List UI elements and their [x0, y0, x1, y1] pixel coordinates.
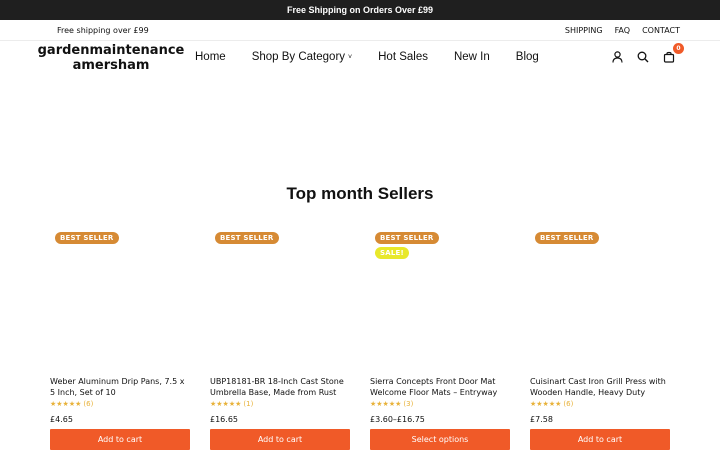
cart-count-badge: 0	[673, 43, 684, 54]
review-count: (3)	[403, 400, 414, 408]
product-badges: BEST SELLER SALE!	[375, 232, 439, 259]
product-price: £7.58	[530, 415, 553, 424]
product-badges: BEST SELLER	[535, 232, 599, 244]
product-card[interactable]: BEST SELLER Cuisinart Cast Iron Grill Pr…	[530, 232, 670, 450]
product-rating: ★★★★★ (3)	[370, 400, 413, 408]
product-name[interactable]: Weber Aluminum Drip Pans, 7.5 x 5 Inch, …	[50, 376, 190, 398]
product-grid: BEST SELLER Weber Aluminum Drip Pans, 7.…	[50, 232, 670, 450]
review-count: (6)	[83, 400, 94, 408]
search-icon[interactable]	[636, 50, 650, 64]
logo-line-2: amersham	[72, 58, 150, 73]
best-seller-badge: BEST SELLER	[215, 232, 279, 244]
nav-new-in-label: New In	[453, 51, 490, 63]
logo-line-1: gardenmaintenance	[37, 43, 185, 58]
best-seller-badge: BEST SELLER	[375, 232, 439, 244]
nav-blog[interactable]: Blog	[516, 51, 539, 63]
header-icons: 0	[610, 43, 684, 64]
best-seller-badge: BEST SELLER	[535, 232, 599, 244]
review-count: (6)	[563, 400, 574, 408]
product-card[interactable]: BEST SELLER Weber Aluminum Drip Pans, 7.…	[50, 232, 190, 450]
star-rating-icon: ★★★★★	[530, 400, 562, 408]
product-name[interactable]: Cuisinart Cast Iron Grill Press with Woo…	[530, 376, 670, 398]
best-seller-badge: BEST SELLER	[55, 232, 119, 244]
sub-bar: Free shipping over £99 SHIPPING FAQ CONT…	[0, 20, 720, 41]
product-price: £4.65	[50, 415, 73, 424]
chevron-down-icon: ˅	[348, 53, 353, 61]
sub-bar-links: SHIPPING FAQ CONTACT	[565, 26, 680, 35]
site-header: gardenmaintenance amersham Home Shop By …	[0, 41, 720, 75]
product-badges: BEST SELLER	[215, 232, 279, 244]
nav-home[interactable]: Home	[195, 51, 226, 63]
product-card[interactable]: BEST SELLER UBP18181-BR 18-Inch Cast Sto…	[210, 232, 350, 450]
nav-shop-by-category[interactable]: Shop By Category ˅	[252, 51, 352, 63]
nav-blog-label: Blog	[515, 51, 539, 63]
nav-new-in[interactable]: New In	[454, 51, 490, 63]
nav-home-label: Home	[195, 51, 226, 63]
shipping-link[interactable]: SHIPPING	[565, 26, 603, 35]
site-logo[interactable]: gardenmaintenance amersham	[35, 43, 187, 73]
product-badges: BEST SELLER	[55, 232, 119, 244]
star-rating-icon: ★★★★★	[50, 400, 82, 408]
faq-link[interactable]: FAQ	[615, 26, 631, 35]
add-to-cart-button[interactable]: Add to cart	[50, 429, 190, 450]
nav-hot-sales[interactable]: Hot Sales	[378, 51, 428, 63]
product-price: £16.65	[210, 415, 238, 424]
product-name[interactable]: UBP18181-BR 18-Inch Cast Stone Umbrella …	[210, 376, 350, 398]
review-count: (1)	[243, 400, 254, 408]
account-icon[interactable]	[610, 50, 624, 64]
select-options-button[interactable]: Select options	[370, 429, 510, 450]
shipping-note: Free shipping over £99	[57, 26, 149, 35]
product-price: £3.60–£16.75	[370, 415, 425, 424]
contact-link[interactable]: CONTACT	[642, 26, 680, 35]
add-to-cart-button[interactable]: Add to cart	[530, 429, 670, 450]
star-rating-icon: ★★★★★	[370, 400, 402, 408]
product-rating: ★★★★★ (6)	[50, 400, 93, 408]
cart-icon[interactable]: 0	[662, 43, 684, 64]
nav-hot-sales-label: Hot Sales	[378, 51, 428, 63]
section-title: Top month Sellers	[286, 184, 434, 203]
add-to-cart-button[interactable]: Add to cart	[210, 429, 350, 450]
product-card[interactable]: BEST SELLER SALE! Sierra Concepts Front …	[370, 232, 510, 450]
product-rating: ★★★★★ (1)	[210, 400, 253, 408]
star-rating-icon: ★★★★★	[210, 400, 242, 408]
nav-shop-by-category-label: Shop By Category	[251, 51, 346, 63]
product-rating: ★★★★★ (6)	[530, 400, 573, 408]
sale-badge: SALE!	[375, 247, 409, 259]
announcement-bar: Free Shipping on Orders Over £99	[0, 0, 720, 20]
announcement-text: Free Shipping on Orders Over £99	[286, 5, 434, 15]
main-nav: Home Shop By Category ˅ Hot Sales New In…	[195, 51, 565, 63]
product-name[interactable]: Sierra Concepts Front Door Mat Welcome F…	[370, 376, 510, 398]
